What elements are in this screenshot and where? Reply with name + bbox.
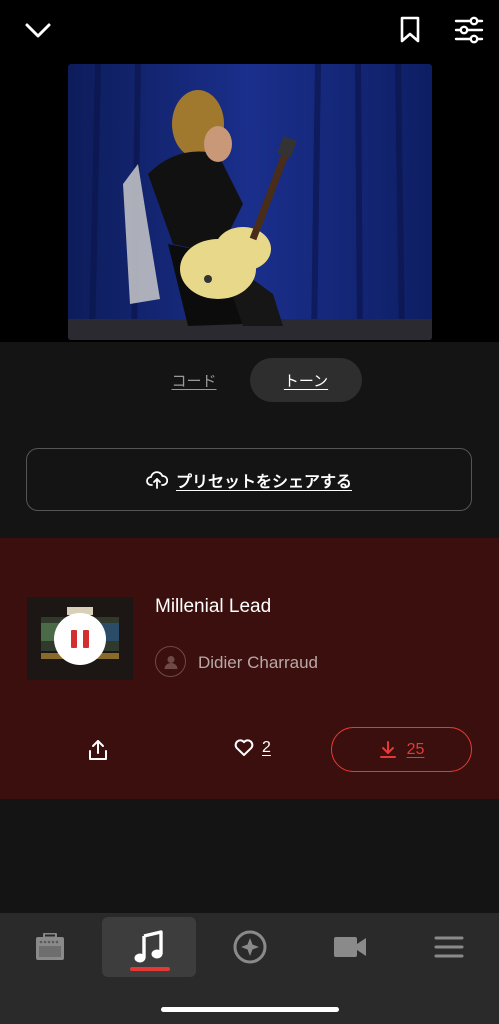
preset-card: Millenial Lead Didier Charraud 2 25 <box>0 538 499 799</box>
share-preset-label: プリセットをシェアする <box>175 473 352 491</box>
nav-amp[interactable] <box>3 917 97 977</box>
share-button[interactable] <box>86 738 110 762</box>
tab-tone[interactable]: トーン <box>250 358 362 402</box>
preset-name[interactable]: Millenial Lead <box>155 596 271 618</box>
video-camera-icon <box>334 937 366 957</box>
chevron-down-icon <box>25 23 51 38</box>
settings-button[interactable] <box>450 12 488 48</box>
cloud-upload-icon <box>146 470 168 489</box>
menu-icon <box>434 936 464 958</box>
download-button[interactable]: 25 <box>331 727 472 772</box>
video-thumbnail <box>68 64 432 340</box>
pause-bar-left <box>71 630 77 648</box>
download-icon <box>379 740 396 758</box>
author-avatar[interactable] <box>155 646 186 677</box>
pause-button[interactable] <box>54 613 106 665</box>
top-bar <box>0 0 499 62</box>
video-frame[interactable] <box>68 64 432 340</box>
nav-music[interactable] <box>102 917 196 977</box>
share-icon <box>89 740 107 760</box>
amp-icon <box>36 933 64 960</box>
video-player[interactable] <box>0 62 499 342</box>
tab-chord[interactable]: コード <box>146 358 242 402</box>
bookmark-icon <box>400 16 420 43</box>
nav-video[interactable] <box>303 917 397 977</box>
home-indicator[interactable] <box>161 1007 339 1012</box>
download-count: 25 <box>406 740 425 758</box>
like-count: 2 <box>262 739 271 756</box>
music-note-icon <box>134 930 163 963</box>
nav-menu[interactable] <box>402 917 496 977</box>
bookmark-button[interactable] <box>394 12 426 48</box>
author-name[interactable]: Didier Charraud <box>198 653 318 673</box>
nav-explore[interactable] <box>203 917 297 977</box>
nav-active-indicator <box>130 967 170 971</box>
pause-bar-right <box>83 630 89 648</box>
heart-icon <box>234 739 254 756</box>
sliders-icon <box>454 16 484 44</box>
collapse-button[interactable] <box>20 14 56 46</box>
preset-thumbnail[interactable] <box>27 597 133 680</box>
compass-icon <box>233 930 267 964</box>
like-button[interactable]: 2 <box>234 739 271 757</box>
tone-chord-tabs: コード トーン <box>0 358 499 404</box>
user-icon <box>164 655 177 669</box>
share-preset-button[interactable]: プリセットをシェアする <box>26 448 472 511</box>
